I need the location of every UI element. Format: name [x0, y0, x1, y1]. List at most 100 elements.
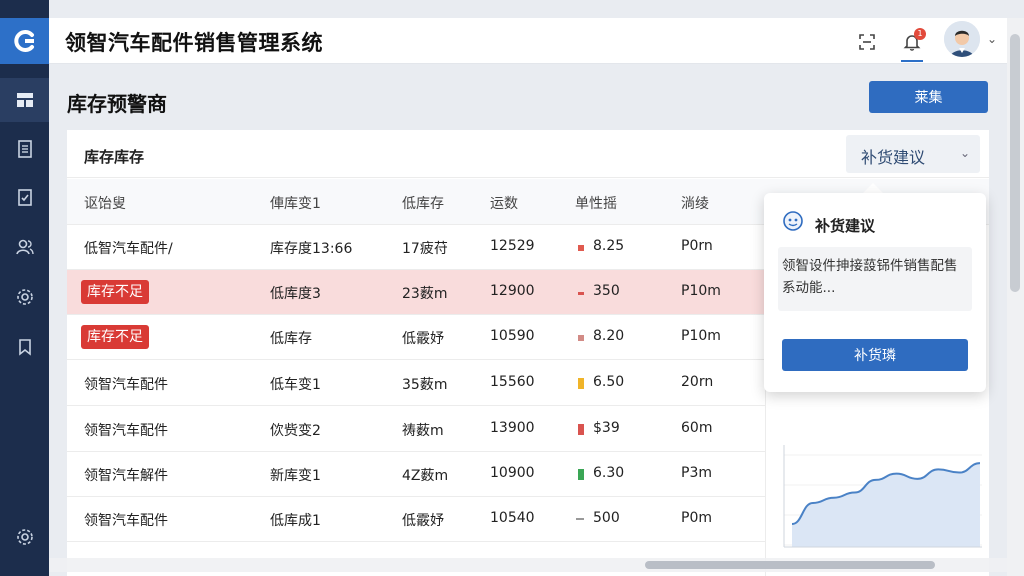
scan-icon	[859, 34, 875, 50]
status-dot	[578, 335, 584, 341]
low-stock: 低霰妤	[402, 331, 444, 347]
table-row[interactable]: 领智汽车配件 低库成1 低霰妤 10540 500 P0m	[67, 497, 767, 542]
period: P10m	[681, 328, 721, 344]
column-header[interactable]: 运数	[490, 193, 518, 213]
bookmark-icon	[18, 339, 31, 356]
quantity: 12900	[490, 283, 535, 299]
sidebar	[0, 0, 49, 576]
unit-price: 8.25	[593, 238, 625, 254]
sidebar-item-dashboard[interactable]	[0, 78, 49, 122]
scan-button[interactable]	[854, 29, 880, 55]
notifications-button[interactable]: 1	[899, 28, 926, 55]
part-name: 低智汽车配件/	[84, 241, 173, 257]
table-row[interactable]: 领智汽车解件 新库变1 4Z薮m 10900 6.30 P3m	[67, 452, 767, 497]
notification-badge: 1	[914, 28, 926, 40]
column-header[interactable]: 淌绫	[681, 193, 709, 213]
gear-icon	[16, 529, 33, 545]
period: P0rn	[681, 238, 713, 254]
user-avatar-icon	[944, 21, 980, 57]
period: 60m	[681, 420, 713, 436]
period: P0m	[681, 510, 712, 526]
table-row[interactable]: 领智汽车配件 低车变1 35薮m 15560 6.50 20rn	[67, 361, 767, 406]
quantity: 10900	[490, 465, 535, 481]
sidebar-item-checklist[interactable]	[0, 175, 49, 219]
quantity: 10590	[490, 328, 535, 344]
period: 20rn	[681, 374, 714, 390]
card-header: 库存库存 补货建议 ⌄	[67, 130, 989, 178]
column-header[interactable]: 单性摇	[575, 193, 617, 213]
stock-level: 低库存	[270, 331, 312, 347]
view-select[interactable]: 补货建议 ⌄	[846, 135, 980, 173]
sidebar-item-users[interactable]	[0, 225, 49, 269]
low-stock: 17疲苻	[402, 241, 448, 257]
app-title: 领智汽车配件销售管理系统	[65, 31, 323, 55]
sidebar-item-bookmarks[interactable]	[0, 325, 49, 369]
stock-level: 低库成1	[270, 513, 321, 529]
logo-icon	[13, 30, 34, 52]
primary-action-button[interactable]: 莱集	[869, 81, 988, 113]
sidebar-item-documents[interactable]	[0, 127, 49, 171]
quantity: 13900	[490, 420, 535, 436]
unit-price: 350	[593, 283, 620, 299]
dashboard-icon	[16, 93, 33, 107]
sidebar-item-settings[interactable]	[0, 275, 49, 319]
low-stock: 低霰妤	[402, 513, 444, 529]
vertical-scrollbar[interactable]	[1007, 18, 1024, 576]
table-row[interactable]: 低智汽车配件/ 库存度13:66 17疲苻 12529 8.25 P0rn	[67, 225, 767, 270]
low-stock: 4Z薮m	[402, 468, 449, 484]
table-row[interactable]: 领智汽车配件 佽赀变2 祷薮m 13900 $39 60m	[67, 407, 767, 452]
status-badge: 库存不足	[81, 325, 149, 349]
part-name: 领智汽车解件	[84, 468, 168, 484]
document-icon	[17, 140, 32, 158]
part-name: 领智汽车配件	[84, 423, 168, 439]
period: P3m	[681, 465, 712, 481]
popover-description: 领智设件抻接蔎铞件销售配售系动能...	[778, 247, 972, 311]
column-header[interactable]: 讴饴叟	[84, 193, 126, 213]
restock-suggestion-popover: 补货建议 领智设件抻接蔎铞件销售配售系动能... 补货璘	[764, 193, 986, 392]
scrollbar-thumb[interactable]	[645, 561, 935, 569]
status-badge: 库存不足	[81, 280, 149, 304]
part-name: 领智汽车配件	[84, 513, 168, 529]
status-dot	[578, 469, 584, 480]
gear-icon	[16, 289, 33, 305]
scrollbar-thumb[interactable]	[1010, 34, 1020, 292]
unit-price: 6.30	[593, 465, 625, 481]
chevron-down-icon[interactable]: ⌄	[987, 32, 997, 46]
status-dot	[576, 518, 584, 520]
users-icon	[15, 239, 34, 255]
stock-level: 库存度13:66	[270, 241, 353, 257]
popover-title: 补货建议	[815, 217, 876, 235]
period: P10m	[681, 283, 721, 299]
stock-level: 佽赀变2	[270, 423, 321, 439]
low-stock: 祷薮m	[402, 423, 444, 439]
restock-button[interactable]: 补货璘	[782, 339, 968, 371]
low-stock: 35薮m	[402, 377, 448, 393]
sidebar-item-system-settings[interactable]	[0, 515, 49, 559]
unit-price: 8.20	[593, 328, 625, 344]
active-indicator	[901, 60, 923, 62]
horizontal-scrollbar[interactable]	[49, 558, 1007, 572]
stock-level: 新库变1	[270, 468, 321, 484]
avatar[interactable]	[944, 21, 980, 57]
quantity: 10540	[490, 510, 535, 526]
column-header[interactable]: 低库存	[402, 193, 444, 213]
chat-bot-icon	[783, 211, 803, 231]
status-dot	[578, 424, 584, 435]
table-row[interactable]: 库存不足 低库度3 23薮m 12900 350 P10m	[67, 270, 767, 315]
low-stock: 23薮m	[402, 286, 448, 302]
unit-price: 6.50	[593, 374, 625, 390]
column-header[interactable]: 俥库变1	[270, 193, 321, 213]
unit-price: 500	[593, 510, 620, 526]
table-row[interactable]: 库存不足 低库存 低霰妤 10590 8.20 P10m	[67, 315, 767, 360]
chevron-down-icon: ⌄	[959, 146, 970, 160]
status-dot	[578, 378, 584, 389]
select-value: 补货建议	[861, 148, 926, 167]
part-name: 领智汽车配件	[84, 377, 168, 393]
status-dot	[578, 245, 584, 251]
stock-level: 低车变1	[270, 377, 321, 393]
status-dot	[578, 292, 584, 295]
unit-price: $39	[593, 420, 620, 436]
stock-level: 低库度3	[270, 286, 321, 302]
app-logo[interactable]	[0, 18, 49, 64]
quantity: 12529	[490, 238, 535, 254]
